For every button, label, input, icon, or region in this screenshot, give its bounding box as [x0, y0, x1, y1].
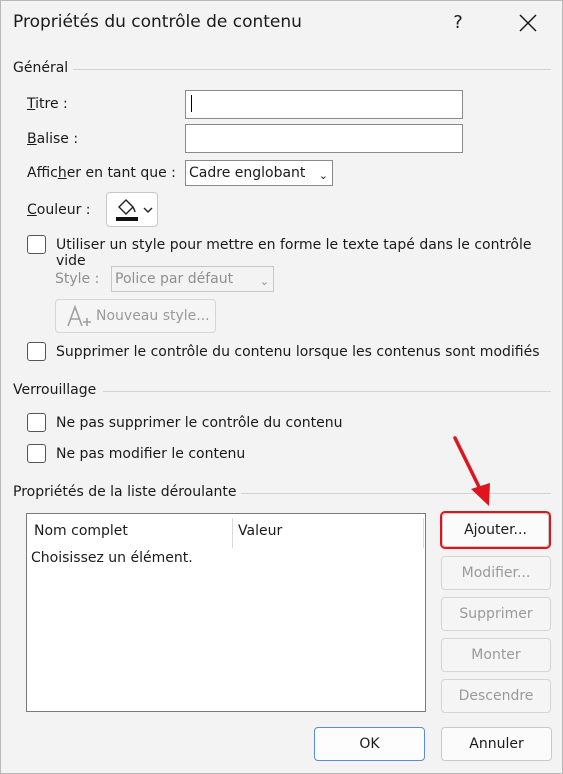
- ok-button[interactable]: OK: [314, 727, 425, 761]
- section-divider: [103, 391, 551, 392]
- section-general-label: Général: [13, 60, 69, 76]
- new-style-button[interactable]: Nouveau style...: [55, 299, 216, 333]
- new-style-label: Nouveau style...: [96, 308, 210, 324]
- color-label: Couleur :: [27, 202, 91, 218]
- style-label: Style :: [55, 271, 100, 287]
- dropdown-list[interactable]: Nom complet Valeur Choisissez un élément…: [26, 513, 426, 712]
- close-button[interactable]: [509, 7, 547, 39]
- help-button[interactable]: ?: [441, 7, 475, 39]
- column-divider[interactable]: [232, 518, 233, 548]
- display-as-value: Cadre englobant: [189, 165, 306, 181]
- use-style-label: Utiliser un style pour mettre en forme l…: [56, 237, 532, 269]
- chevron-down-icon: [143, 207, 153, 213]
- annotation-arrow: [453, 436, 490, 506]
- content-control-properties-dialog: Propriétés du contrôle de contenu ? Géné…: [0, 0, 563, 774]
- title-bar: Propriétés du contrôle de contenu ?: [1, 1, 562, 45]
- close-icon: [519, 14, 537, 32]
- no-edit-checkbox[interactable]: [27, 444, 46, 463]
- color-picker-button[interactable]: [106, 192, 158, 227]
- window-title: Propriétés du contrôle de contenu: [13, 12, 302, 32]
- section-locking-label: Verrouillage: [13, 382, 97, 398]
- title-label: Titre :: [27, 96, 68, 112]
- tag-label: Balise :: [27, 131, 79, 147]
- chevron-down-icon: ⌄: [259, 275, 269, 288]
- tag-field[interactable]: [185, 124, 463, 153]
- column-divider[interactable]: [423, 518, 424, 548]
- move-down-button[interactable]: Descendre: [441, 679, 551, 713]
- remove-control-checkbox[interactable]: [27, 342, 46, 361]
- style-select[interactable]: Police par défaut ⌄: [111, 266, 274, 292]
- display-as-label: Afficher en tant que :: [27, 165, 176, 181]
- text-caret: [191, 95, 192, 112]
- paint-bucket-icon: [116, 199, 138, 221]
- list-item[interactable]: Choisissez un élément.: [31, 550, 193, 566]
- section-dropdown-label: Propriétés de la liste déroulante: [13, 484, 237, 500]
- cancel-button[interactable]: Annuler: [441, 727, 552, 761]
- new-style-icon: [67, 304, 91, 327]
- section-divider: [241, 493, 551, 494]
- remove-control-label: Supprimer le contrôle du contenu lorsque…: [56, 344, 540, 360]
- column-header-value[interactable]: Valeur: [238, 523, 282, 539]
- use-style-checkbox[interactable]: [27, 235, 46, 254]
- style-value: Police par défaut: [115, 271, 234, 287]
- column-header-name[interactable]: Nom complet: [34, 523, 128, 539]
- no-delete-checkbox[interactable]: [27, 413, 46, 432]
- modify-button[interactable]: Modifier...: [441, 556, 551, 590]
- no-delete-label: Ne pas supprimer le contrôle du contenu: [56, 415, 343, 431]
- delete-button[interactable]: Supprimer: [441, 597, 551, 631]
- no-edit-label: Ne pas modifier le contenu: [56, 446, 246, 462]
- display-as-select[interactable]: Cadre englobant ⌄: [185, 160, 333, 186]
- title-field[interactable]: [185, 90, 463, 119]
- annotation-highlight: [440, 511, 551, 549]
- chevron-down-icon: ⌄: [318, 169, 328, 182]
- move-up-button[interactable]: Monter: [441, 638, 551, 672]
- section-divider: [73, 69, 551, 70]
